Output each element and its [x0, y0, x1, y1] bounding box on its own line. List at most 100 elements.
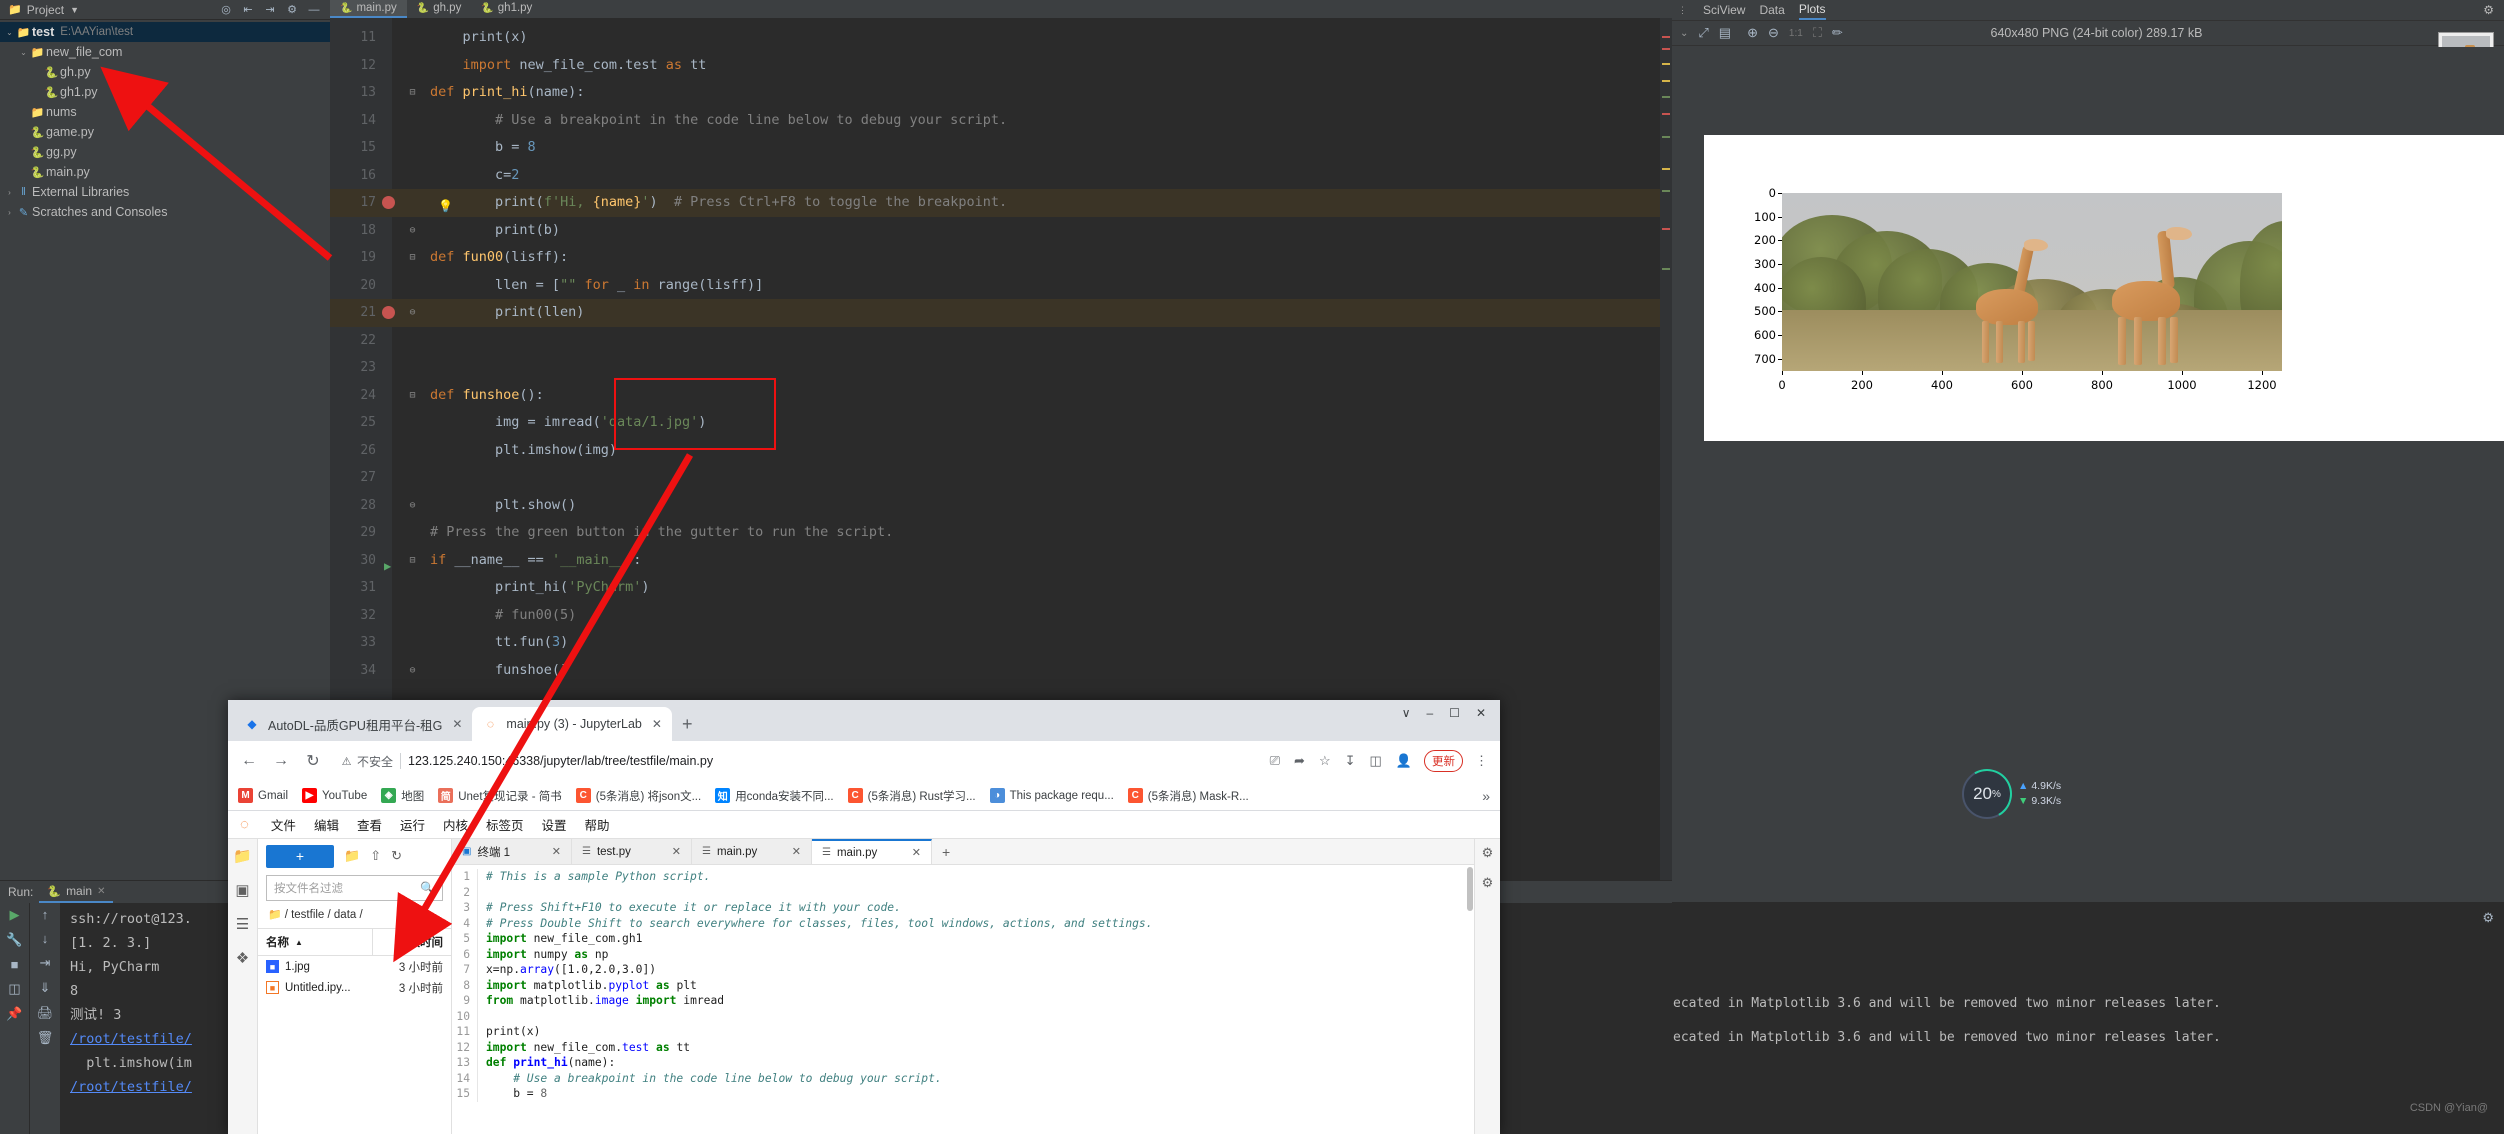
bookmarks-overflow-icon[interactable]: » — [1482, 788, 1490, 804]
color-picker-icon[interactable]: ✏ — [1832, 25, 1843, 41]
actual-size-icon[interactable]: 1:1 — [1789, 28, 1803, 39]
locate-icon[interactable]: ◎ — [216, 2, 236, 18]
jupyterlab-menu-bar[interactable]: ◌ 文件 编辑 查看 运行 内核 标签页 设置 帮助 — [228, 811, 1500, 839]
tree-item-nums[interactable]: 📁 nums — [0, 102, 330, 122]
code-fold-icon[interactable]: ⊖ — [408, 225, 417, 236]
back-icon[interactable]: ← — [238, 752, 260, 770]
hide-icon[interactable]: — — [304, 2, 324, 18]
line-number[interactable]: 31 — [330, 574, 376, 602]
line-number[interactable]: 22 — [330, 327, 376, 355]
editor-tab-gh1-py[interactable]: 🐍 gh1.py — [471, 0, 543, 18]
code-fold-icon[interactable]: ⊟ — [408, 390, 417, 401]
run-tab-main[interactable]: 🐍 main ✕ — [39, 881, 114, 903]
jl-menu-运行[interactable]: 运行 — [400, 815, 425, 834]
close-icon[interactable]: ✕ — [672, 845, 681, 858]
line-number[interactable]: 30 — [330, 547, 376, 575]
expand-all-icon[interactable]: ⇥ — [260, 2, 280, 18]
tree-item-gh-py[interactable]: 🐍 gh.py — [0, 62, 330, 82]
chrome-menu-icon[interactable]: ⋮ — [1473, 753, 1490, 769]
code-line[interactable]: 29 # Press the green button in the gutter… — [330, 519, 1672, 547]
gear-icon[interactable]: ⚙ — [282, 2, 302, 18]
jl-menu-查看[interactable]: 查看 — [357, 815, 382, 834]
browser-tab[interactable]: ◌ main.py (3) - JupyterLab ✕ — [472, 707, 672, 741]
code-fold-icon[interactable]: ⊖ — [408, 665, 417, 676]
zoom-in-icon[interactable]: ⊕ — [1747, 25, 1758, 41]
tree-item-gh1-py[interactable]: 🐍 gh1.py — [0, 82, 330, 102]
code-line[interactable]: 17 💡 print(f'Hi, {name}') # Press Ctrl+F8… — [330, 189, 1672, 217]
line-number[interactable]: 33 — [330, 629, 376, 657]
line-number[interactable]: 15 — [330, 134, 376, 162]
line-number[interactable]: 28 — [330, 492, 376, 520]
tree-item-game-py[interactable]: 🐍 game.py — [0, 122, 330, 142]
new-launcher-button[interactable]: + — [266, 844, 334, 868]
new-folder-icon[interactable]: 📁 — [344, 848, 360, 864]
print-icon[interactable]: 🖨 — [37, 1005, 54, 1021]
bookmark-item[interactable]: M Gmail — [238, 788, 288, 803]
collapse-all-icon[interactable]: ⇤ — [238, 2, 258, 18]
down-icon[interactable]: ↓ — [42, 931, 49, 946]
code-line[interactable]: 21 ⊖ print(llen) — [330, 299, 1672, 327]
code-line[interactable]: 14 # Use a breakpoint in the code line b… — [330, 107, 1672, 135]
jl-tab[interactable]: ▣ 终端 1 ✕ — [452, 839, 572, 864]
line-number[interactable]: 17 — [330, 189, 376, 217]
new-tab-button[interactable]: + — [672, 714, 703, 741]
editor-code-area[interactable]: 11 print(x) 12 import new_file_com.test a… — [330, 24, 1672, 684]
twisty-icon[interactable]: › — [4, 208, 15, 217]
code-fold-icon[interactable]: ⊟ — [408, 252, 417, 263]
sciview-tab-bar[interactable]: ⋮ SciView Data Plots ⚙ — [1672, 0, 2504, 20]
code-line[interactable]: 34 ⊖ funshoe() — [330, 657, 1672, 685]
sciview-tab-sciview[interactable]: SciView — [1703, 0, 1745, 20]
pin-icon[interactable]: 📌 — [6, 1006, 22, 1022]
jl-menu-帮助[interactable]: 帮助 — [585, 815, 610, 834]
line-number[interactable]: 20 — [330, 272, 376, 300]
sidepanel-icon[interactable]: ◫ — [1368, 753, 1384, 769]
breakpoint-icon[interactable] — [382, 306, 395, 319]
close-icon[interactable]: ✕ — [552, 845, 561, 858]
sciview-canvas[interactable]: 0 100 200 300 400 500 600 700 0 200 400 … — [1672, 47, 2504, 902]
jl-menu-内核[interactable]: 内核 — [443, 815, 468, 834]
zoom-indicator-widget[interactable]: 20% ▲ 4.9K/s ▼ 9.3K/s — [1956, 763, 2061, 825]
translate-icon[interactable]: ⎚ — [1268, 753, 1282, 769]
jl-menu-标签页[interactable]: 标签页 — [486, 815, 524, 834]
line-number[interactable]: 12 — [330, 52, 376, 80]
breadcrumb[interactable]: 📁 / testfile / data / — [258, 901, 451, 928]
bookmark-item[interactable]: ▶ YouTube — [302, 788, 367, 803]
code-line[interactable]: 23 — [330, 354, 1672, 382]
share-icon[interactable]: ➦ — [1292, 753, 1307, 769]
running-icon[interactable]: ▣ — [235, 881, 249, 899]
line-number[interactable]: 13 — [330, 79, 376, 107]
reload-icon[interactable]: ↻ — [302, 751, 324, 771]
file-list-header[interactable]: 名称 ▲ 修改时间 — [258, 928, 451, 956]
code-line[interactable]: 12 import new_file_com.test as tt — [330, 52, 1672, 80]
code-fold-icon[interactable]: ⊟ — [408, 87, 417, 98]
jupyterlab-tab-bar[interactable]: ▣ 终端 1 ✕ ☰ test.py ✕ ☰ main.py ✕ ☰ main.py ✕ + — [452, 839, 1474, 865]
code-line[interactable]: 26 plt.imshow(img) — [330, 437, 1672, 465]
code-fold-icon[interactable]: ⊟ — [408, 555, 417, 566]
close-icon[interactable]: ✕ — [912, 846, 921, 859]
bookmark-item[interactable]: 知用conda安装不同... — [715, 788, 834, 804]
close-icon[interactable]: ✕ — [97, 886, 105, 897]
code-line[interactable]: 16 c=2 — [330, 162, 1672, 190]
chevron-down-icon[interactable]: ⌄ — [1680, 28, 1688, 39]
line-number[interactable]: 32 — [330, 602, 376, 630]
jl-add-tab-button[interactable]: + — [932, 839, 960, 864]
close-button[interactable]: ✕ — [1476, 706, 1486, 720]
tree-item-new-file-com[interactable]: ⌄ 📁 new_file_com — [0, 42, 330, 62]
browser-tab-strip[interactable]: ◆ AutoDL-品质GPU租用平台-租G ✕ ◌ main.py (3) - Jupy… — [228, 700, 1500, 741]
jl-tab[interactable]: ☰ main.py ✕ — [812, 839, 932, 864]
line-number[interactable]: 11 — [330, 24, 376, 52]
jl-tab[interactable]: ☰ main.py ✕ — [692, 839, 812, 864]
scroll-to-end-icon[interactable]: ⇓ — [40, 980, 51, 996]
bookmark-item[interactable]: C (5条消息) 将json文... — [575, 788, 701, 804]
line-number[interactable]: 24 — [330, 382, 376, 410]
gear-icon[interactable]: ⚙ — [2483, 3, 2504, 17]
file-filter-input[interactable]: 按文件名过滤 🔍 — [266, 875, 443, 901]
code-line[interactable]: 11 print(x) — [330, 24, 1672, 52]
code-line[interactable]: 15 b = 8 — [330, 134, 1672, 162]
jupyterlab-left-strip[interactable]: 📁 ▣ ☰ ❖ — [228, 839, 258, 1134]
stop-icon[interactable]: ■ — [11, 957, 19, 972]
settings-icon[interactable]: ⚙ — [1482, 875, 1494, 891]
code-line[interactable]: 31 print_hi('PyCharm') — [330, 574, 1672, 602]
editor-tab-main-py[interactable]: 🐍 main.py — [330, 0, 407, 18]
crop-icon[interactable]: ⛶ — [1813, 25, 1822, 41]
